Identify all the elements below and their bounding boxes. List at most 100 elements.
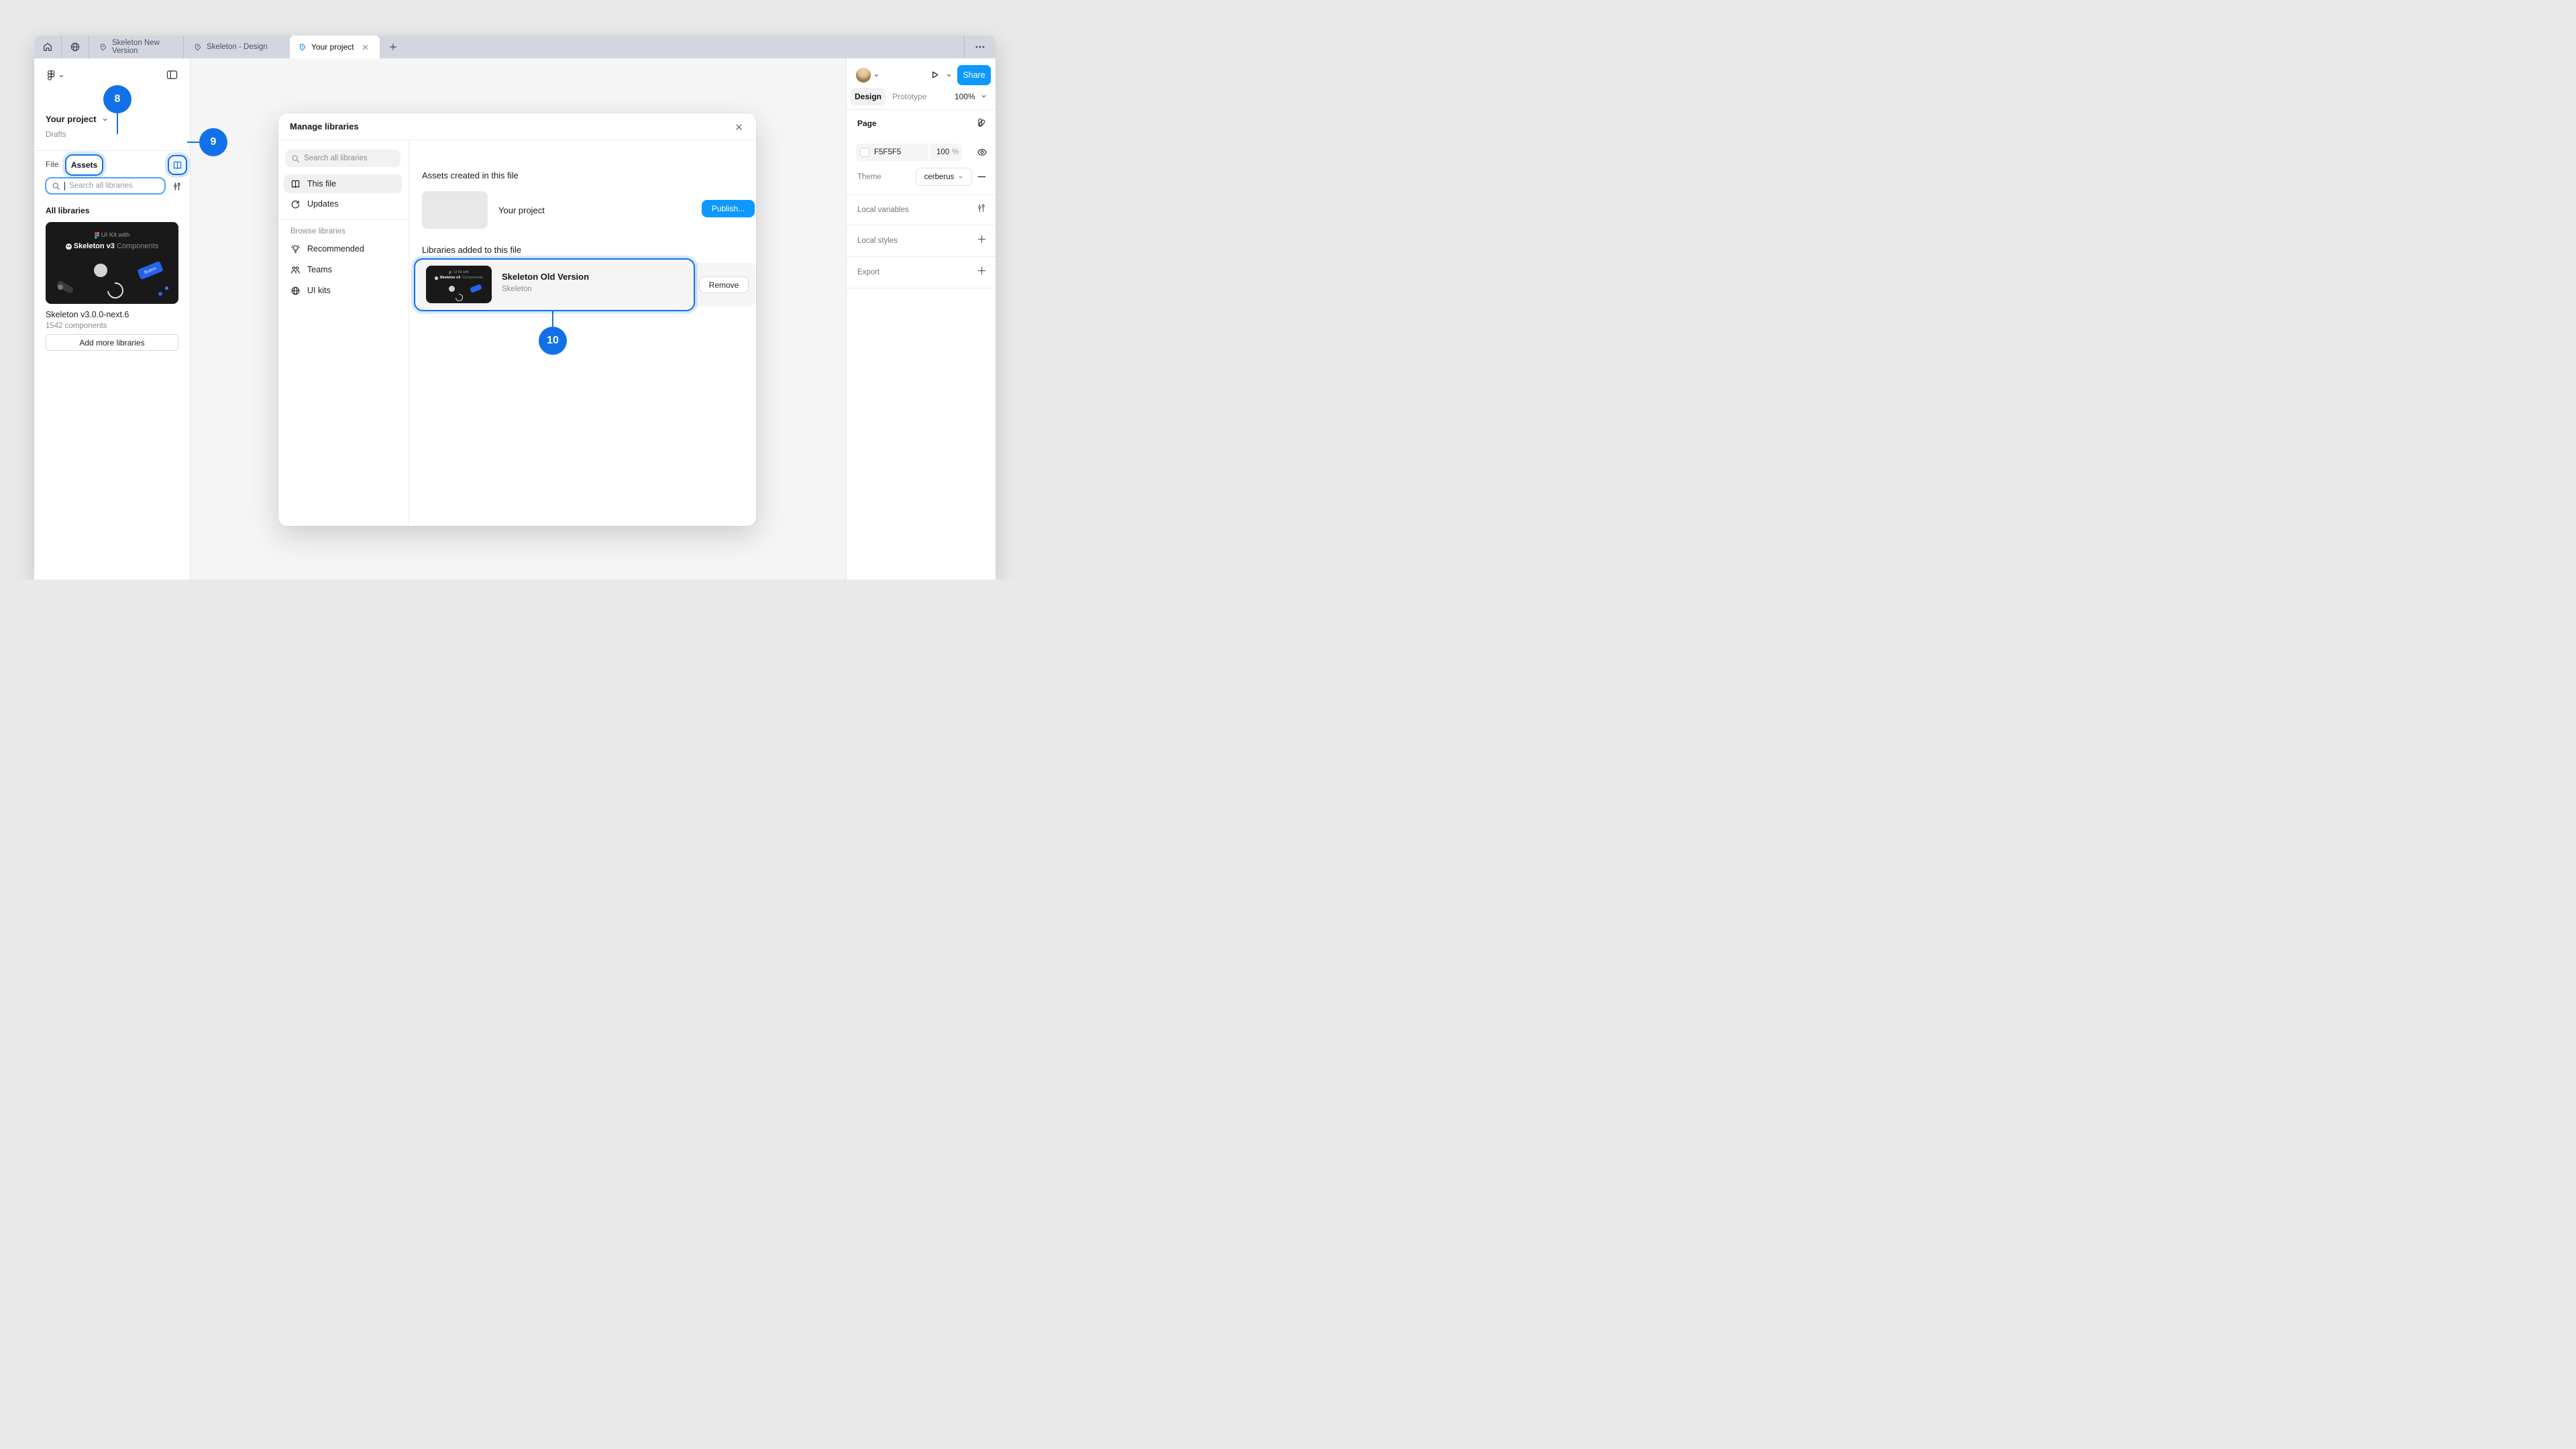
- card-line2: Components: [462, 276, 483, 280]
- panel-toggle-icon[interactable]: [166, 70, 178, 80]
- eye-icon[interactable]: [977, 147, 987, 158]
- modal-search-placeholder: Search all libraries: [304, 154, 368, 162]
- add-export-plus-icon[interactable]: [977, 266, 987, 276]
- add-more-libraries-button[interactable]: Add more libraries: [46, 334, 178, 351]
- variables-sliders-icon[interactable]: [977, 203, 986, 213]
- nav-recommended[interactable]: Recommended: [284, 239, 402, 258]
- color-swatch[interactable]: [860, 148, 869, 157]
- card-brand: Skeleton v3: [74, 242, 115, 250]
- figma-window: Skeleton New Version Skeleton - Design Y…: [34, 36, 996, 580]
- local-variables-label: Local variables: [857, 206, 909, 214]
- field-divider: [928, 145, 930, 160]
- callout-connector-8: [117, 113, 118, 134]
- percent-sign: %: [952, 148, 959, 156]
- libraries-added-heading: Libraries added to this file: [422, 245, 521, 255]
- skull-icon: [66, 244, 72, 250]
- page-section-label: Page: [857, 119, 877, 128]
- minus-icon[interactable]: [977, 172, 987, 182]
- modal-search-input[interactable]: Search all libraries: [285, 150, 400, 167]
- search-input[interactable]: Search all libraries: [45, 177, 166, 195]
- tab-your-project-active[interactable]: Your project: [290, 36, 380, 58]
- callout-badge-9: 9: [199, 128, 227, 156]
- nav-label: Updates: [307, 199, 339, 209]
- chevron-down-icon: [958, 174, 963, 180]
- zoom-level[interactable]: 100%: [955, 92, 975, 101]
- library-meta: 1542 components: [46, 322, 107, 330]
- color-hex-value[interactable]: F5F5F5: [874, 148, 901, 156]
- search-placeholder: Search all libraries: [69, 182, 133, 190]
- avatar[interactable]: [856, 68, 871, 83]
- library-name[interactable]: Skeleton v3.0.0-next.6: [46, 310, 129, 319]
- chevron-down-icon[interactable]: [102, 117, 108, 123]
- tab-prototype[interactable]: Prototype: [892, 92, 926, 101]
- tab-design[interactable]: Design: [851, 88, 885, 105]
- chevron-down-icon[interactable]: [58, 73, 64, 79]
- libraries-button[interactable]: [169, 156, 186, 174]
- chevron-down-icon[interactable]: [981, 93, 987, 99]
- publish-button[interactable]: Publish...: [702, 200, 755, 217]
- more-options-button[interactable]: [965, 36, 996, 58]
- close-modal-icon[interactable]: [732, 120, 745, 133]
- figma-file-icon: [99, 43, 107, 52]
- remove-button[interactable]: Remove: [699, 276, 749, 293]
- present-play-icon[interactable]: [930, 70, 940, 80]
- new-tab-button[interactable]: [380, 36, 407, 58]
- local-styles-label: Local styles: [857, 237, 898, 245]
- card-line2: Components: [117, 242, 158, 250]
- library-row-thumbnail: UI Kit with Skeleton v3 Components: [426, 266, 492, 303]
- share-button[interactable]: Share: [957, 65, 991, 85]
- callout-connector-9: [187, 142, 199, 143]
- nav-label: UI kits: [307, 286, 331, 295]
- community-button[interactable]: [62, 36, 89, 58]
- file-title[interactable]: Your project: [46, 114, 110, 124]
- added-library-team: Skeleton: [502, 285, 532, 293]
- theme-select[interactable]: cerberus: [916, 168, 972, 186]
- decor-spinner: [454, 292, 464, 303]
- decor-button: [470, 284, 482, 293]
- people-icon: [290, 265, 301, 275]
- chevron-down-icon[interactable]: [946, 72, 952, 78]
- library-thumbnail[interactable]: UI Kit with Skeleton v3 Components Butto…: [46, 222, 178, 304]
- divider: [847, 109, 996, 110]
- book-open-icon: [172, 160, 182, 170]
- page-color-field[interactable]: F5F5F5 100 %: [856, 144, 962, 161]
- skull-icon: [435, 276, 438, 280]
- breadcrumb-drafts[interactable]: Drafts: [46, 131, 66, 139]
- search-icon: [52, 182, 60, 191]
- globe-icon: [70, 42, 80, 52]
- tab-skeleton-design[interactable]: Skeleton - Design: [184, 36, 290, 58]
- home-button[interactable]: [34, 36, 61, 58]
- nav-teams[interactable]: Teams: [284, 260, 402, 279]
- theme-label: Theme: [857, 173, 881, 181]
- add-style-plus-icon[interactable]: [977, 234, 987, 244]
- card-line1: UI Kit with: [101, 231, 130, 239]
- filter-sliders-icon[interactable]: [172, 182, 182, 191]
- chevron-down-icon[interactable]: [873, 72, 879, 78]
- divider: [278, 219, 409, 220]
- decor-chip: [449, 286, 455, 292]
- tab-assets[interactable]: Assets: [66, 156, 102, 174]
- nav-updates[interactable]: Updates: [284, 195, 402, 213]
- card-brand: Skeleton v3: [440, 276, 461, 280]
- screen: Skeleton New Version Skeleton - Design Y…: [0, 0, 1030, 580]
- tab-file[interactable]: File: [46, 160, 58, 169]
- export-label: Export: [857, 268, 879, 276]
- globe-icon: [290, 286, 301, 296]
- tab-bar: Skeleton New Version Skeleton - Design Y…: [34, 36, 996, 58]
- tab-label: Skeleton - Design: [207, 43, 268, 51]
- opacity-value[interactable]: 100: [936, 148, 949, 156]
- nav-ui-kits[interactable]: UI kits: [284, 281, 402, 300]
- figma-file-icon-active: [298, 43, 307, 52]
- left-sidebar: Your project Drafts File Assets Search a…: [34, 58, 191, 580]
- close-tab-icon[interactable]: [362, 44, 369, 51]
- tab-skeleton-new-version[interactable]: Skeleton New Version: [89, 36, 183, 58]
- plus-icon: [388, 42, 398, 52]
- pages-styles-icon[interactable]: [977, 117, 987, 128]
- decor-spinner: [104, 279, 127, 302]
- nav-label: Recommended: [307, 244, 364, 254]
- theme-value: cerberus: [924, 173, 955, 181]
- figma-logo-icon[interactable]: [46, 70, 56, 80]
- figma-mini-logo-icon: [95, 232, 99, 239]
- project-name: Your project: [498, 205, 545, 215]
- nav-this-file[interactable]: This file: [284, 174, 402, 193]
